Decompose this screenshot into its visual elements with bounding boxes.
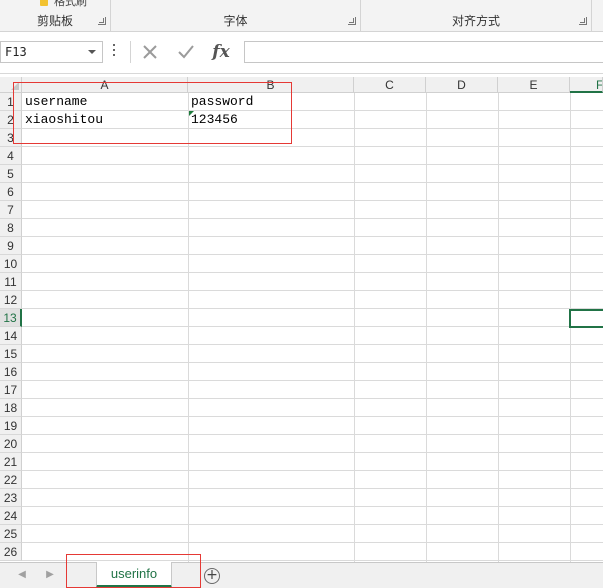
row-header[interactable]: 11 bbox=[0, 273, 22, 291]
check-icon bbox=[178, 45, 194, 59]
row-header[interactable]: 9 bbox=[0, 237, 22, 255]
dialog-launcher-icon[interactable] bbox=[348, 17, 356, 25]
row-header[interactable]: 25 bbox=[0, 525, 22, 543]
grid-line bbox=[354, 93, 355, 562]
ribbon: 格式刷 剪贴板 字体 对齐方式 bbox=[0, 0, 603, 32]
row-header[interactable]: 18 bbox=[0, 399, 22, 417]
dialog-launcher-icon[interactable] bbox=[98, 17, 106, 25]
row-header[interactable]: 24 bbox=[0, 507, 22, 525]
group-label-clipboard: 剪贴板 bbox=[36, 14, 73, 28]
row-header[interactable]: 5 bbox=[0, 165, 22, 183]
chevron-left-icon[interactable]: ◀ bbox=[16, 569, 28, 581]
row-header[interactable]: 22 bbox=[0, 471, 22, 489]
cell-grid[interactable] bbox=[22, 93, 603, 562]
row-header[interactable]: 10 bbox=[0, 255, 22, 273]
formula-input[interactable] bbox=[244, 41, 603, 63]
row-header[interactable]: 4 bbox=[0, 147, 22, 165]
chevron-right-icon[interactable]: ▶ bbox=[44, 569, 56, 581]
row-header[interactable]: 19 bbox=[0, 417, 22, 435]
group-label-font: 字体 bbox=[223, 14, 248, 28]
row-header[interactable]: 12 bbox=[0, 291, 22, 309]
column-header-e[interactable]: E bbox=[498, 77, 570, 93]
cancel-button[interactable] bbox=[136, 41, 164, 63]
active-cell-selection[interactable] bbox=[569, 309, 603, 328]
ribbon-group-font: 字体 bbox=[111, 0, 361, 31]
close-icon bbox=[143, 45, 157, 59]
row-header[interactable]: 14 bbox=[0, 327, 22, 345]
group-label-alignment: 对齐方式 bbox=[451, 14, 500, 28]
row-header[interactable]: 23 bbox=[0, 489, 22, 507]
formula-separator bbox=[130, 41, 131, 63]
row-header[interactable]: 20 bbox=[0, 435, 22, 453]
dialog-launcher-icon[interactable] bbox=[579, 17, 587, 25]
highlight-box-data bbox=[13, 82, 292, 144]
row-header[interactable]: 21 bbox=[0, 453, 22, 471]
row-header[interactable]: 16 bbox=[0, 363, 22, 381]
column-header-c[interactable]: C bbox=[354, 77, 426, 93]
formula-bar: F13 fx bbox=[0, 32, 603, 74]
column-header-d[interactable]: D bbox=[426, 77, 498, 93]
grid-line bbox=[498, 93, 499, 562]
grid-line bbox=[426, 93, 427, 562]
name-box[interactable]: F13 bbox=[0, 41, 103, 63]
row-header[interactable]: 7 bbox=[0, 201, 22, 219]
insert-function-button[interactable]: fx bbox=[207, 41, 235, 63]
row-header[interactable]: 8 bbox=[0, 219, 22, 237]
highlight-box-sheet bbox=[66, 554, 201, 588]
row-header[interactable]: 6 bbox=[0, 183, 22, 201]
row-header[interactable]: 17 bbox=[0, 381, 22, 399]
grid-line bbox=[188, 93, 189, 562]
add-sheet-icon[interactable]: + bbox=[204, 568, 220, 584]
ribbon-group-clipboard: 剪贴板 bbox=[0, 0, 111, 31]
row-header-selected[interactable]: 13 bbox=[0, 309, 22, 327]
row-header[interactable]: 15 bbox=[0, 345, 22, 363]
column-header-f[interactable]: F bbox=[570, 77, 603, 93]
enter-button[interactable] bbox=[172, 41, 200, 63]
row-header[interactable]: 26 bbox=[0, 543, 22, 561]
more-options-icon[interactable] bbox=[113, 44, 116, 60]
ribbon-group-alignment: 对齐方式 bbox=[361, 0, 592, 31]
chevron-down-icon[interactable] bbox=[88, 50, 96, 54]
